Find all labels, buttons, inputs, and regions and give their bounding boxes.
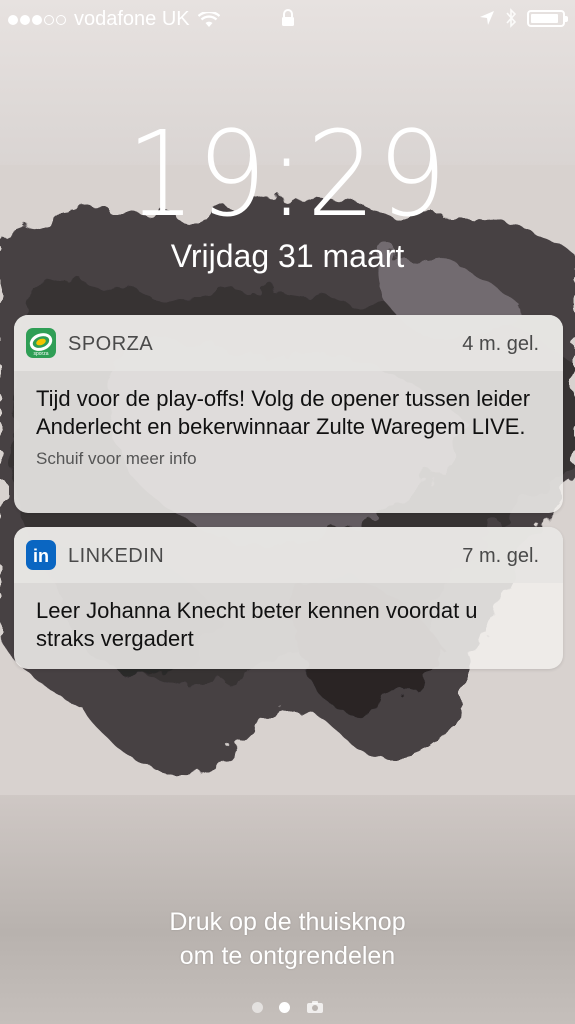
page-dot-active[interactable] xyxy=(278,1001,290,1013)
clock-time: 19:29 xyxy=(126,105,449,243)
signal-strength-icon xyxy=(8,14,66,25)
battery-icon xyxy=(527,9,568,27)
unlock-hint-line2: om te ontgrendelen xyxy=(179,942,396,970)
unlock-hint-line1: Druk op de thuisknop xyxy=(169,908,406,936)
lock-icon xyxy=(282,9,294,26)
notification-sporza[interactable]: sporza SPORZA 4 m. gel. Tijd voor de pla… xyxy=(14,315,563,513)
location-icon xyxy=(480,11,494,25)
notification-more-hint: Schuif voor meer info xyxy=(36,449,197,468)
sporza-icon-text: sporza xyxy=(33,351,48,357)
wifi-icon xyxy=(197,11,220,27)
notification-app-name: LINKEDIN xyxy=(68,545,165,567)
linkedin-icon-text: in xyxy=(33,546,49,566)
carrier-label: vodafone UK xyxy=(74,8,190,30)
notification-message: Tijd voor de play-offs! Volg de opener t… xyxy=(36,386,531,439)
clock-date: Vrijdag 31 maart xyxy=(170,238,405,274)
linkedin-icon: in xyxy=(26,540,56,570)
notification-time: 4 m. gel. xyxy=(462,333,539,355)
notification-linkedin[interactable]: in LINKEDIN 7 m. gel. Leer Johanna Knech… xyxy=(14,527,563,669)
notification-message: Leer Johanna Knecht beter kennen voordat… xyxy=(36,598,478,651)
sporza-icon: sporza xyxy=(26,328,56,358)
notification-header: sporza SPORZA 4 m. gel. xyxy=(14,315,563,371)
notification-app-name: SPORZA xyxy=(68,333,154,355)
notification-time: 7 m. gel. xyxy=(462,545,539,567)
bluetooth-icon xyxy=(506,8,517,28)
status-bar: vodafone UK xyxy=(0,0,575,38)
notification-header: in LINKEDIN 7 m. gel. xyxy=(14,527,563,583)
page-dot[interactable] xyxy=(251,1001,263,1013)
camera-icon[interactable] xyxy=(306,1000,324,1014)
page-indicator xyxy=(0,1000,575,1014)
unlock-hint: Druk op de thuisknop om te ontgrendelen xyxy=(0,905,575,973)
